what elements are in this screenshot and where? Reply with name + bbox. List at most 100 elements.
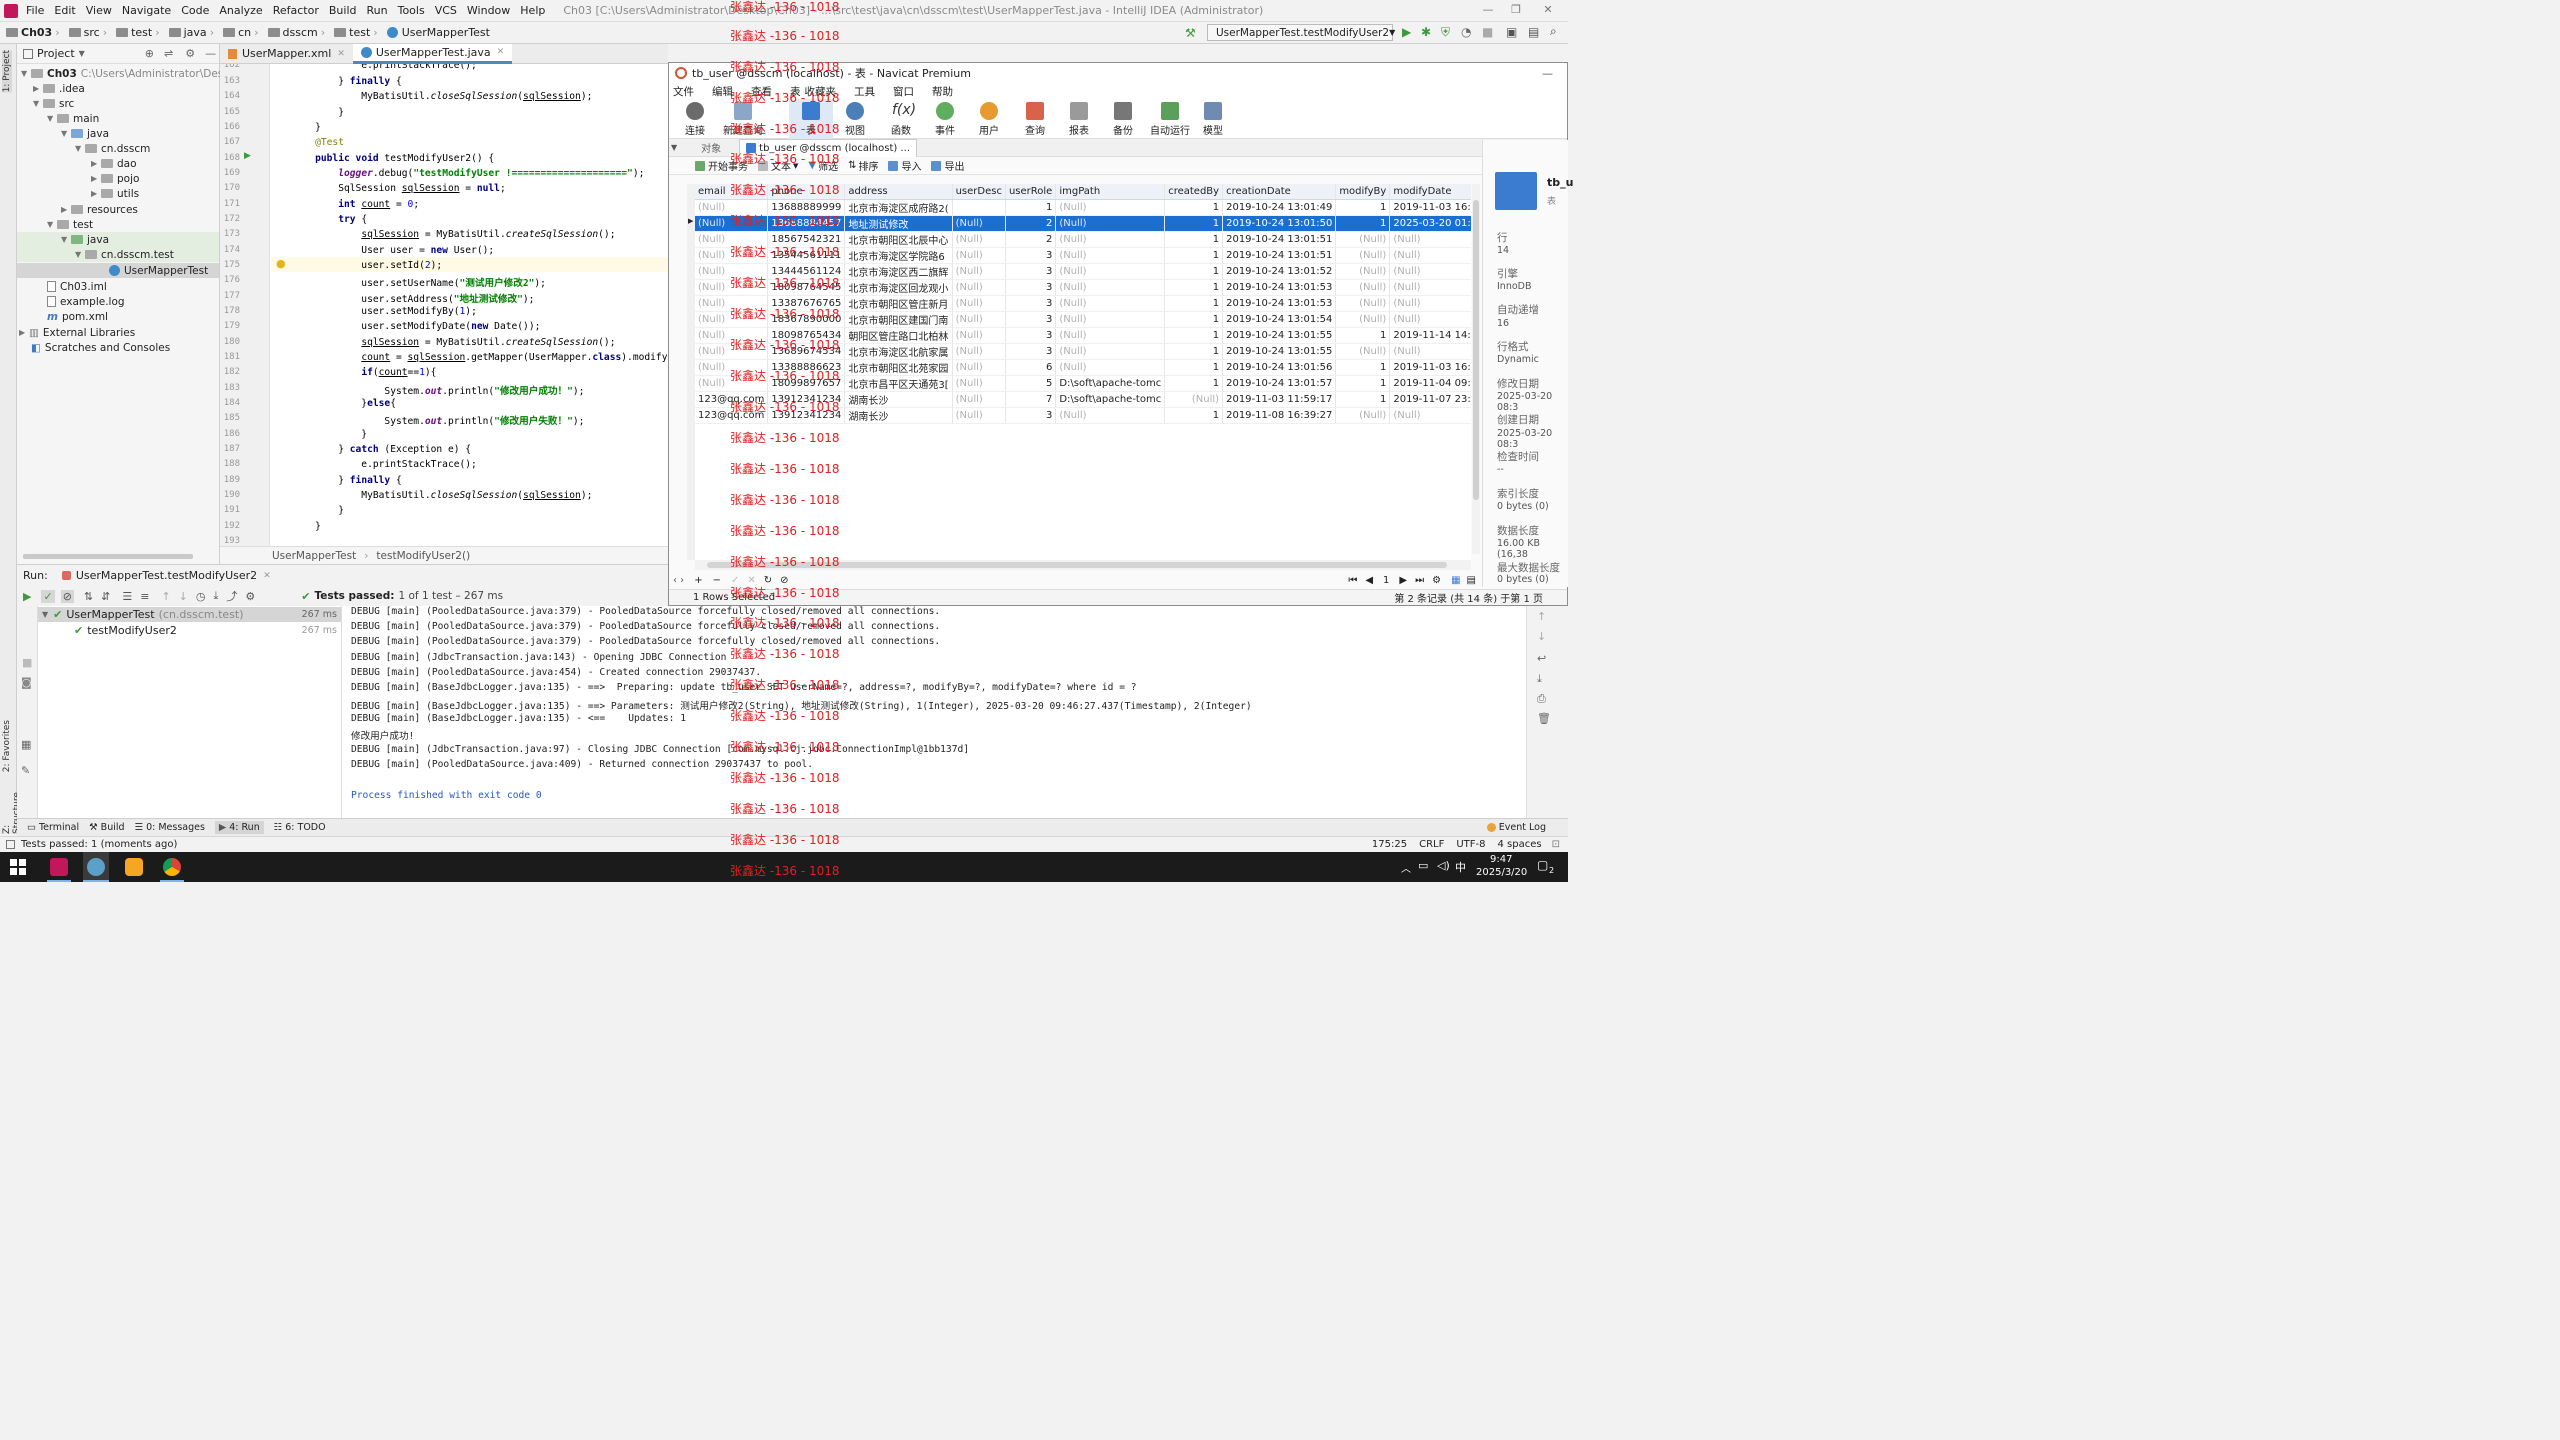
table-cell[interactable]: 2 xyxy=(1005,215,1057,232)
table-cell[interactable]: (Null) xyxy=(1164,391,1224,408)
column-header[interactable]: userRole xyxy=(1005,184,1057,200)
table-cell[interactable]: 1 xyxy=(1164,311,1224,328)
table-cell[interactable]: (Null) xyxy=(1335,247,1391,264)
table-cell[interactable]: (Null) xyxy=(1055,279,1166,296)
table-cell[interactable]: 2 xyxy=(1005,231,1057,248)
tree-item-external-libraries[interactable]: ▶ ▥ External Libraries xyxy=(19,325,135,340)
tree-item-test[interactable]: ▼ test xyxy=(47,217,93,232)
pin-icon[interactable]: ✎ xyxy=(21,764,30,777)
close-icon[interactable]: ✕ xyxy=(337,49,345,59)
tab-todo[interactable]: ☷ 6: TODO xyxy=(274,822,326,833)
test-tree-row-class[interactable]: ▼ ✔ UserMapperTest (cn.dsscm.test) 267 m… xyxy=(38,607,341,622)
tab-usermapper-xml[interactable]: UserMapper.xml ✕ xyxy=(220,44,353,64)
run-icon[interactable]: ▶ xyxy=(1402,25,1411,39)
table-cell[interactable]: (Null) xyxy=(1335,231,1391,248)
table-cell[interactable]: (Null) xyxy=(1335,407,1391,424)
table-cell[interactable]: 1 xyxy=(1164,199,1224,216)
prev-page-icon[interactable]: ◀ xyxy=(1365,575,1373,586)
table-cell[interactable]: (Null) xyxy=(1389,231,1471,248)
sort-button[interactable]: ⇅ 排序 xyxy=(848,158,878,173)
table-cell[interactable]: D:\soft\apache-tomc xyxy=(1055,375,1166,392)
tree-item-ch03-iml[interactable]: Ch03.iml xyxy=(47,279,107,294)
tool-query[interactable]: 查询 xyxy=(1013,99,1057,139)
profile-icon[interactable]: ◔ xyxy=(1461,25,1471,39)
windows-start-icon[interactable] xyxy=(10,859,26,875)
history-icon[interactable]: ◷ xyxy=(196,590,206,603)
tree-item-main-java[interactable]: ▼ java xyxy=(61,126,109,141)
table-cell[interactable]: (Null) xyxy=(1389,279,1471,296)
table-cell[interactable]: 2019-10-24 13:01:51 xyxy=(1222,231,1337,248)
table-cell[interactable]: 北京市朝阳区管庄新月 xyxy=(844,295,953,312)
table-cell[interactable]: (Null) xyxy=(952,279,1006,296)
table-cell[interactable]: 2025-03-20 01:46:27 xyxy=(1389,215,1471,232)
chrome-taskbar-icon[interactable] xyxy=(160,852,184,882)
breadcrumb-test-pkg[interactable]: test xyxy=(334,26,370,39)
table-cell[interactable]: 2019-11-04 09:09:21 xyxy=(1389,375,1471,392)
breadcrumb-class[interactable]: UserMapperTest xyxy=(272,550,356,562)
export-tests-icon[interactable]: ⤴ xyxy=(226,588,237,604)
menu-view[interactable]: View xyxy=(86,4,112,17)
table-cell[interactable]: (Null) xyxy=(1335,279,1391,296)
breadcrumb-class[interactable]: UserMapperTest xyxy=(386,26,490,39)
table-cell[interactable]: D:\soft\apache-tomc xyxy=(1055,391,1166,408)
chevron-down-icon[interactable]: ▼ xyxy=(47,220,57,229)
vertical-scrollbar[interactable] xyxy=(1472,184,1480,554)
breadcrumb-test[interactable]: test xyxy=(116,26,152,39)
clock-date[interactable]: 2025/3/20 xyxy=(1476,867,1527,878)
table-cell[interactable]: 2019-10-24 13:01:55 xyxy=(1222,343,1337,360)
sort-duration-icon[interactable]: ⇵ xyxy=(101,590,110,603)
tray-chevron-icon[interactable]: ︿ xyxy=(1401,860,1411,875)
chevron-right-icon[interactable]: ▶ xyxy=(61,205,71,214)
chevron-down-icon[interactable]: ▼ xyxy=(33,99,43,108)
expand-left-icon[interactable]: ▼ xyxy=(671,143,677,152)
import-button[interactable]: 导入 xyxy=(888,158,921,173)
table-cell[interactable]: (Null) xyxy=(1055,343,1166,360)
table-cell[interactable]: (Null) xyxy=(952,391,1006,408)
menu-navigate[interactable]: Navigate xyxy=(122,4,171,17)
close-icon[interactable]: ✕ xyxy=(263,571,271,581)
chevron-down-icon[interactable]: ▼ xyxy=(75,144,85,153)
nav-arrows-icon[interactable]: ‹ › xyxy=(673,575,684,586)
table-cell[interactable]: 1 xyxy=(1164,215,1224,232)
hide-icon[interactable]: — xyxy=(205,47,216,60)
table-cell[interactable]: (Null) xyxy=(1055,407,1166,424)
chevron-down-icon[interactable]: ▼ xyxy=(79,49,85,58)
table-cell[interactable]: 北京市海淀区学院路6 xyxy=(844,247,953,264)
table-cell[interactable] xyxy=(952,199,1006,216)
table-cell[interactable]: 3 xyxy=(1005,295,1057,312)
table-cell[interactable]: 2019-10-24 13:01:52 xyxy=(1222,263,1337,280)
intellij-taskbar-icon[interactable] xyxy=(47,852,71,882)
table-cell[interactable]: 1 xyxy=(1335,199,1391,216)
table-cell[interactable]: 2019-11-03 11:59:17 xyxy=(1222,391,1337,408)
tool-user[interactable]: 用户 xyxy=(967,99,1011,139)
tool-event[interactable]: 事件 xyxy=(923,99,967,139)
table-cell[interactable]: (Null) xyxy=(952,295,1006,312)
lock-icon[interactable]: ⊡ xyxy=(1552,839,1560,850)
tab-objects[interactable]: 对象 xyxy=(701,140,721,155)
tab-run[interactable]: ▶ 4: Run xyxy=(214,821,264,834)
column-header[interactable]: modifyDate xyxy=(1389,184,1471,200)
scroll-up-icon[interactable]: ↑ xyxy=(1537,610,1546,623)
tree-item-main[interactable]: ▼ main xyxy=(47,111,99,126)
tree-item-pom-xml[interactable]: m pom.xml xyxy=(47,309,108,324)
run-test-gutter-icon[interactable]: ▶ xyxy=(244,151,251,161)
sort-alpha-icon[interactable]: ⇅ xyxy=(84,590,93,603)
stop-icon[interactable]: ■ xyxy=(1482,25,1493,39)
table-cell[interactable]: 1 xyxy=(1164,247,1224,264)
menu-vcs[interactable]: VCS xyxy=(435,4,457,17)
table-cell[interactable]: (Null) xyxy=(952,215,1006,232)
table-cell[interactable]: 3 xyxy=(1005,279,1057,296)
horizontal-scrollbar[interactable] xyxy=(23,554,193,559)
table-cell[interactable]: 1 xyxy=(1164,407,1224,424)
table-cell[interactable]: (Null) xyxy=(1335,295,1391,312)
table-cell[interactable]: (Null) xyxy=(1335,311,1391,328)
menu-edit[interactable]: Edit xyxy=(54,4,75,17)
chevron-right-icon[interactable]: ▶ xyxy=(33,84,43,93)
table-cell[interactable]: (Null) xyxy=(1335,263,1391,280)
notes-taskbar-icon[interactable] xyxy=(122,852,146,882)
nav-menu-help[interactable]: 帮助 xyxy=(932,84,953,99)
caret-position[interactable]: 175:25 xyxy=(1372,839,1407,850)
table-cell[interactable]: (Null) xyxy=(1055,295,1166,312)
table-cell[interactable]: 北京市海淀区成府路2( xyxy=(844,199,953,216)
import-tests-icon[interactable]: ⤓ xyxy=(213,589,218,603)
